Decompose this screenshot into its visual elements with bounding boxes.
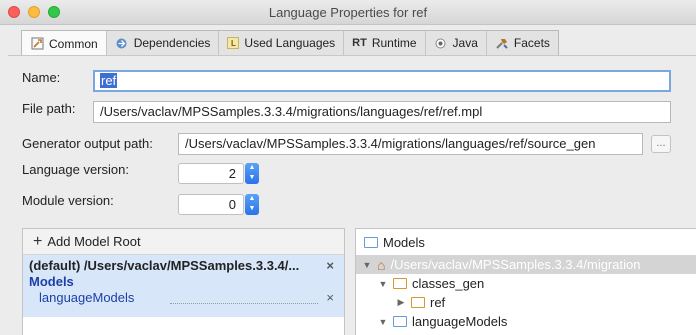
name-input[interactable]: ref [93,70,671,92]
tab-label: Dependencies [133,36,211,50]
file-path-field[interactable]: /Users/vaclav/MPSSamples.3.3.4/migration… [93,101,671,123]
generator-output-label: Generator output path: [22,136,153,151]
module-version-spinner[interactable]: 0 ▲ ▼ [178,194,260,215]
tab-java[interactable]: Java [426,31,487,55]
divider [170,303,318,304]
home-icon: ⌂ [377,256,386,273]
tab-facets[interactable]: Facets [487,31,558,55]
file-path-label: File path: [22,101,76,116]
stepper-icon[interactable]: ▲ ▼ [245,163,259,184]
module-version-label: Module version: [22,193,114,208]
chevron-right-icon[interactable]: ▶ [396,297,406,308]
folder-icon [364,236,378,248]
folder-icon [393,278,407,289]
model-root-path-row: (default) /Users/vaclav/MPSSamples.3.3.4… [29,258,338,274]
list-item[interactable]: languageModels × [29,290,338,306]
tree-header: Models [356,229,696,255]
tab-common[interactable]: Common [22,31,107,56]
name-label: Name: [22,70,61,85]
models-tree-pane: Models ▼ ⌂ /Users/vaclav/MPSSamples.3.3.… [355,228,696,335]
model-root-entry[interactable]: (default) /Users/vaclav/MPSSamples.3.3.4… [23,255,344,317]
model-root-path: (default) /Users/vaclav/MPSSamples.3.3.4… [29,258,300,273]
folder-icon [411,297,425,308]
wrench-icon [30,37,44,51]
tree-node-language-models[interactable]: ▼ languageModels [356,312,696,331]
tree-root-path: /Users/vaclav/MPSSamples.3.3.4/migration [390,257,641,272]
remove-model-root-icon[interactable]: × [326,258,334,274]
runtime-icon: RT [352,37,367,49]
language-models-label: languageModels [39,290,135,305]
title-bar: Language Properties for ref [0,0,696,25]
tab-label: Common [49,36,98,51]
tree-header-label: Models [383,234,425,250]
models-section-label: Models [29,274,74,289]
module-version-value[interactable]: 0 [178,194,244,215]
tab-label: Java [452,36,478,50]
tree-root-row[interactable]: ▼ ⌂ /Users/vaclav/MPSSamples.3.3.4/migra… [356,255,696,274]
remove-item-icon[interactable]: × [326,290,334,306]
generator-output-field[interactable]: /Users/vaclav/MPSSamples.3.3.4/migration… [178,133,643,155]
java-icon [434,36,448,50]
tree-node-label: classes_gen [412,276,485,291]
add-model-root-label: Add Model Root [47,234,141,249]
name-value: ref [100,73,118,88]
tab-dependencies[interactable]: Dependencies [107,31,220,55]
stepper-icon[interactable]: ▲ ▼ [245,194,259,215]
folder-icon [393,316,407,327]
language-version-spinner[interactable]: 2 ▲ ▼ [178,163,260,184]
plus-icon: + [33,232,43,250]
tab-label: Facets [513,36,550,50]
tab-runtime[interactable]: RT Runtime [344,31,426,55]
chevron-down-icon[interactable]: ▼ [378,317,388,327]
add-model-root-button[interactable]: + Add Model Root [23,229,344,255]
facets-icon [495,36,509,50]
window-title: Language Properties for ref [268,5,428,20]
model-roots-pane: + Add Model Root (default) /Users/vaclav… [22,228,345,335]
language-icon: L [227,37,240,49]
chevron-down-icon[interactable]: ▼ [378,279,388,289]
tab-label: Used Languages [244,36,336,50]
tree-node-label: languageModels [412,314,508,329]
browse-button[interactable]: ... [651,135,671,153]
tree-node-label: ref [430,295,446,310]
chevron-down-icon[interactable]: ▼ [362,260,372,270]
tree-node-ref[interactable]: ▶ ref [356,293,696,312]
tree-node-classes-gen[interactable]: ▼ classes_gen [356,274,696,293]
tab-used-languages[interactable]: L Used Languages [219,31,345,55]
language-version-label: Language version: [22,162,129,177]
language-version-value[interactable]: 2 [178,163,244,184]
tab-bar: Common Dependencies L Used Languages RT … [21,30,559,56]
tab-label: Runtime [371,36,417,50]
dependencies-icon [115,36,129,50]
